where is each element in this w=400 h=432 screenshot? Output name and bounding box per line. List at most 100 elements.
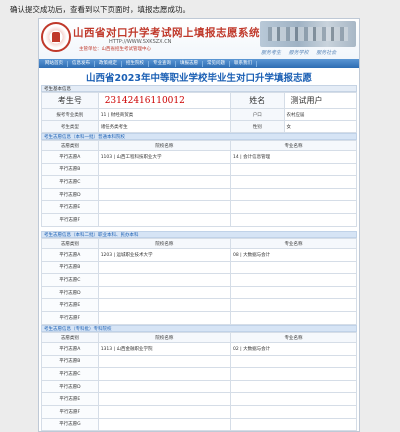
candidate-table: 考生号 23142416110012 姓名 测试用户 报考专业类别 11 | 财… — [41, 92, 358, 133]
gender-value: 女 — [283, 120, 358, 133]
school-cell — [97, 417, 231, 431]
choice-label: 平行志愿E — [41, 298, 99, 312]
school-cell — [97, 200, 231, 214]
main-nav: 网站首页 信息发布 政策规定 招生院校 专业查询 填报志愿 常见问题 联系我们 — [39, 59, 359, 68]
choice-section-vocational: 考生志愿信息（专科批）专科院校 志愿类别 院校名称 专业名称 平行志愿A 1313… — [41, 325, 358, 431]
table-row: 平行志愿G — [41, 417, 358, 431]
candidate-name: 测试用户 — [283, 92, 358, 109]
category-value: 11 | 财经商贸类 — [97, 108, 231, 121]
slogan: 服务社会 — [316, 50, 337, 56]
table-header-row: 志愿类别 院校名称 专业名称 — [41, 332, 358, 343]
table-row: 考生号 23142416110012 姓名 测试用户 — [41, 92, 358, 109]
type-value: 诸任务类考生 — [97, 120, 231, 133]
major-cell — [229, 200, 358, 214]
slogan: 服务学校 — [288, 50, 309, 56]
table-row: 平行志愿D — [41, 379, 358, 394]
nav-item-contact[interactable]: 联系我们 — [230, 60, 257, 67]
major-cell — [229, 187, 358, 202]
nav-item-home[interactable]: 网站首页 — [41, 60, 68, 67]
school-cell — [97, 404, 231, 419]
choice-label: 平行志愿B — [41, 260, 99, 275]
major-cell — [229, 285, 358, 300]
school-cell — [97, 273, 231, 287]
column-header: 院校名称 — [97, 140, 231, 151]
major-cell — [229, 273, 358, 287]
school-cell — [97, 379, 231, 394]
major-cell — [229, 417, 358, 431]
column-header: 专业名称 — [229, 238, 358, 249]
nav-item-news[interactable]: 信息发布 — [68, 60, 95, 67]
registration-page: 山西省对口升学考试网上填报志愿系统 HTTP://WWW.SXKSZX.CN 主… — [38, 18, 360, 432]
choice-label: 平行志愿F — [41, 212, 99, 227]
gender-label: 性别 — [229, 120, 285, 133]
choice-table: 志愿类别 院校名称 专业名称 平行志愿A 1103 | 山西工程科技职业大学 14 … — [41, 140, 358, 227]
major-cell — [229, 260, 358, 275]
choice-section-undergrad-1: 考生志愿信息（本科一批）普通本科院校 志愿类别 院校名称 专业名称 平行志愿A 1… — [41, 133, 358, 227]
major-cell — [229, 392, 358, 406]
category-label: 报考专业类别 — [41, 108, 99, 121]
table-row: 平行志愿E — [41, 392, 358, 406]
choice-label: 平行志愿E — [41, 200, 99, 214]
site-url[interactable]: HTTP://WWW.SXKSZX.CN — [109, 39, 171, 45]
major-cell — [229, 310, 358, 325]
emblem-logo-icon — [41, 22, 71, 52]
column-header: 志愿类别 — [41, 238, 99, 249]
school-cell: 1103 | 山西工程科技职业大学 — [97, 150, 231, 164]
banner-photo — [260, 21, 356, 47]
school-cell — [97, 187, 231, 202]
type-label: 考生类型 — [41, 120, 99, 133]
choice-label: 平行志愿C — [41, 175, 99, 189]
column-header: 专业名称 — [229, 332, 358, 343]
school-cell — [97, 212, 231, 227]
exam-number-label: 考生号 — [41, 92, 99, 109]
school-cell — [97, 260, 231, 275]
choice-label: 平行志愿G — [41, 417, 99, 431]
table-row: 平行志愿A 1203 | 运城职业技术大学 08 | 大数据与会计 — [41, 248, 358, 262]
table-row: 平行志愿B — [41, 354, 358, 369]
table-row: 平行志愿D — [41, 285, 358, 300]
table-row: 平行志愿B — [41, 260, 358, 275]
choice-label: 平行志愿A — [41, 150, 99, 164]
page-title: 山西省2023年中等职业学校毕业生对口升学填报志愿 — [86, 73, 312, 84]
section-header: 考生基本信息 — [41, 85, 357, 92]
choice-section-undergrad-2: 考生志愿信息（本科二批）职业本科、民办本科 志愿类别 院校名称 专业名称 平行志… — [41, 231, 358, 325]
major-cell — [229, 404, 358, 419]
nav-item-schools[interactable]: 招生院校 — [122, 60, 149, 67]
major-cell — [229, 175, 358, 189]
household-value: 农村应届 — [283, 108, 358, 121]
nav-item-faq[interactable]: 常见问题 — [203, 60, 230, 67]
school-cell — [97, 162, 231, 177]
site-slogans: 服务考生 服务学校 服务社会 — [261, 49, 342, 56]
table-row: 平行志愿C — [41, 273, 358, 287]
column-header: 专业名称 — [229, 140, 358, 151]
major-cell — [229, 298, 358, 312]
table-row: 平行志愿C — [41, 367, 358, 381]
candidate-info: 考生基本信息 考生号 23142416110012 姓名 测试用户 报考专业类别… — [41, 85, 358, 133]
site-title: 山西省对口升学考试网上填报志愿系统 — [73, 27, 260, 39]
table-row: 平行志愿F — [41, 212, 358, 227]
table-row: 平行志愿B — [41, 162, 358, 177]
column-header: 志愿类别 — [41, 140, 99, 151]
site-host: 主管单位：山西省招生考试管理中心 — [79, 47, 151, 52]
major-cell: 14 | 会计信息管理 — [229, 150, 358, 164]
school-cell — [97, 392, 231, 406]
nav-item-apply[interactable]: 填报志愿 — [176, 60, 203, 67]
choice-label: 平行志愿F — [41, 404, 99, 419]
choice-label: 平行志愿D — [41, 379, 99, 394]
section-header: 考生志愿信息（本科一批）普通本科院校 — [41, 133, 357, 140]
choice-label: 平行志愿C — [41, 273, 99, 287]
table-row: 报考专业类别 11 | 财经商贸类 户口 农村应届 — [41, 108, 358, 121]
nav-item-policy[interactable]: 政策规定 — [95, 60, 122, 67]
choice-label: 平行志愿D — [41, 187, 99, 202]
major-cell — [229, 212, 358, 227]
choice-label: 平行志愿A — [41, 342, 99, 356]
table-row: 平行志愿D — [41, 187, 358, 202]
nav-item-majors[interactable]: 专业查询 — [149, 60, 176, 67]
column-header: 院校名称 — [97, 332, 231, 343]
choice-label: 平行志愿E — [41, 392, 99, 406]
section-header: 考生志愿信息（专科批）专科院校 — [41, 325, 357, 332]
school-cell — [97, 354, 231, 369]
instruction-note: 确认提交成功后，查看到以下页面时，填报志愿成功。 — [10, 5, 190, 14]
column-header: 院校名称 — [97, 238, 231, 249]
major-cell: 02 | 大数据与会计 — [229, 342, 358, 356]
